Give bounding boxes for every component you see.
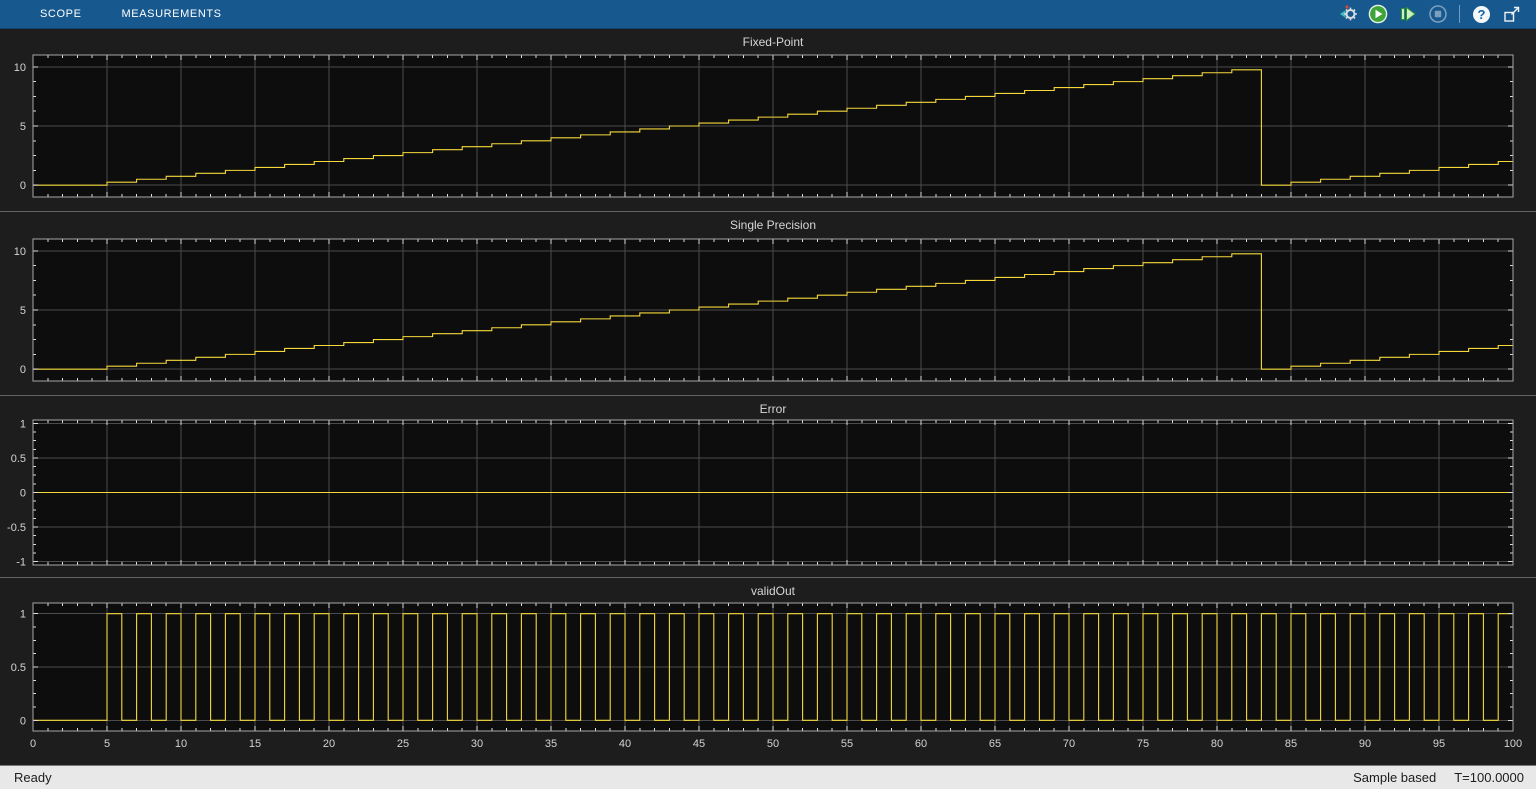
- y-tick-label: 0: [20, 364, 26, 376]
- y-tick-label: 5: [20, 121, 26, 133]
- run-play-icon: [1368, 4, 1387, 24]
- toolbar-button-group: ?: [1335, 0, 1536, 28]
- x-tick-label: 20: [323, 738, 335, 750]
- x-tick-label: 55: [841, 738, 853, 750]
- step-forward-button[interactable]: [1395, 2, 1420, 27]
- stop-icon: [1428, 5, 1447, 23]
- y-tick-label: 0: [20, 180, 26, 192]
- x-tick-label: 45: [693, 738, 705, 750]
- chart-fixed-point[interactable]: 0 5 10: [0, 29, 1536, 211]
- toolstrip: SCOPE MEASUREMENTS ?: [0, 0, 1536, 29]
- y-tick-label: 1: [20, 418, 26, 430]
- y-tick-label: 0: [20, 488, 26, 500]
- display-panel-validout: validOut 0 0.5 1 0 5 10 15 20 25 30 35 40 45 50 55 60 65…: [0, 578, 1536, 765]
- x-tick-label: 60: [915, 738, 927, 750]
- scope-window: SCOPE MEASUREMENTS ? Fixed-Point 0 5 10 …: [0, 0, 1536, 789]
- x-tick-label: 70: [1063, 738, 1075, 750]
- signal-line-3: [33, 613, 1513, 721]
- y-tick-label: 0.5: [11, 662, 26, 674]
- x-tick-label: 65: [989, 738, 1001, 750]
- settings-gear-icon: [1337, 5, 1357, 21]
- chart-single-precision[interactable]: 0 5 10: [0, 212, 1536, 395]
- chart-validout[interactable]: 00.510 5 10 15 20 25 30 35 40 45 50 55 60 65 70 75 80 85 9…: [0, 578, 1536, 765]
- x-tick-label: 90: [1359, 738, 1371, 750]
- x-tick-label: 85: [1285, 738, 1297, 750]
- help-question-icon: ?: [1473, 5, 1490, 23]
- help-button[interactable]: ?: [1469, 2, 1494, 27]
- x-tick-label: 95: [1433, 738, 1445, 750]
- x-tick-label: 30: [471, 738, 483, 750]
- undock-button[interactable]: [1499, 2, 1524, 27]
- display-panel-fixed-point: Fixed-Point 0 5 10: [0, 29, 1536, 212]
- y-tick-label: 10: [14, 246, 26, 258]
- x-tick-label: 5: [104, 738, 110, 750]
- y-tick-label: -1: [16, 557, 26, 569]
- y-tick-label: 0.5: [11, 453, 26, 465]
- toolstrip-tabs: SCOPE MEASUREMENTS: [0, 0, 242, 28]
- x-tick-label: 40: [619, 738, 631, 750]
- x-tick-label: 75: [1137, 738, 1149, 750]
- x-tick-label: 35: [545, 738, 557, 750]
- status-sample-mode: Sample based: [1353, 770, 1437, 785]
- status-sim-time: T=100.0000: [1454, 770, 1524, 785]
- y-tick-label: -0.5: [7, 522, 26, 534]
- status-right-group: Sample based T=100.0000: [1353, 770, 1524, 785]
- gridlines: [33, 55, 1513, 197]
- x-tick-label: 50: [767, 738, 779, 750]
- gridlines: [33, 239, 1513, 381]
- chart-error[interactable]: 1 0.5 0 -0.5 -1: [0, 396, 1536, 577]
- run-button[interactable]: [1365, 2, 1390, 27]
- status-bar: Ready Sample based T=100.0000: [0, 765, 1536, 789]
- tab-scope[interactable]: SCOPE: [20, 0, 102, 28]
- y-tick-label: 5: [20, 305, 26, 317]
- simulation-settings-button[interactable]: [1335, 2, 1360, 27]
- x-tick-label: 10: [175, 738, 187, 750]
- tab-measurements[interactable]: MEASUREMENTS: [102, 0, 242, 28]
- stop-button[interactable]: [1425, 2, 1450, 27]
- x-tick-label: 80: [1211, 738, 1223, 750]
- display-panel-error: Error 1 0.5 0 -0.5 -1: [0, 396, 1536, 578]
- status-ready-text: Ready: [14, 770, 52, 785]
- y-tick-label: 0: [20, 715, 26, 727]
- x-tick-label: 100: [1504, 738, 1522, 750]
- x-tick-label: 15: [249, 738, 261, 750]
- step-forward-icon: [1400, 6, 1416, 22]
- undock-arrow-icon: [1503, 6, 1519, 22]
- toolbar-separator: [1459, 5, 1460, 23]
- y-tick-label: 1: [20, 609, 26, 621]
- x-tick-label: 25: [397, 738, 409, 750]
- y-tick-label: 10: [14, 62, 26, 74]
- display-panel-single-precision: Single Precision 0 5 10: [0, 212, 1536, 396]
- x-tick-label: 0: [30, 738, 36, 750]
